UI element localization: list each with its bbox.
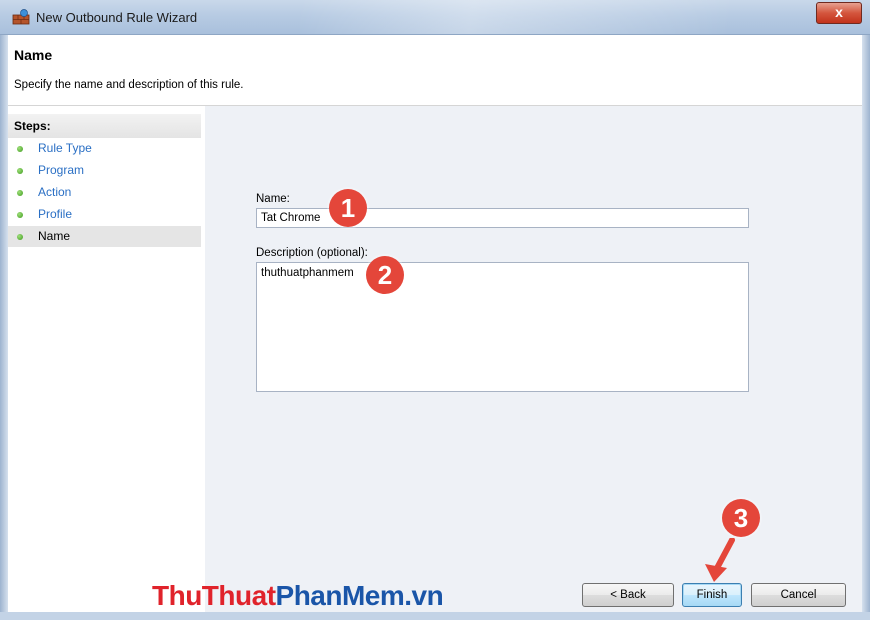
annotation-arrow-icon	[705, 538, 735, 582]
step-name: Name	[8, 226, 201, 247]
annotation-marker-1: 1	[329, 189, 367, 227]
step-profile[interactable]: Profile	[8, 204, 201, 225]
description-label: Description (optional):	[256, 247, 368, 259]
step-label: Action	[38, 185, 72, 199]
close-button[interactable]: x	[816, 2, 862, 24]
cancel-button[interactable]: Cancel	[751, 583, 846, 607]
step-complete-icon	[17, 212, 23, 218]
page-title: Name	[14, 47, 53, 63]
step-complete-icon	[17, 168, 23, 174]
close-icon: x	[835, 4, 843, 20]
step-label: Program	[38, 163, 85, 177]
wizard-header: Name Specify the name and description of…	[8, 35, 862, 106]
annotation-marker-3: 3	[722, 499, 760, 537]
step-current-icon	[17, 234, 23, 240]
watermark: ThuThuatPhanMem.vn	[152, 580, 444, 612]
annotation-marker-2: 2	[366, 256, 404, 294]
window-border-left	[0, 35, 8, 620]
back-button[interactable]: < Back	[582, 583, 674, 607]
description-input[interactable]: thuthuatphanmem	[256, 262, 749, 392]
step-rule-type[interactable]: Rule Type	[8, 138, 201, 159]
window-border-right	[862, 35, 870, 620]
finish-button[interactable]: Finish	[682, 583, 742, 607]
steps-panel: Steps: Rule Type Program Action Profile …	[8, 106, 205, 612]
firewall-icon	[12, 9, 30, 25]
step-program[interactable]: Program	[8, 160, 201, 181]
window-title: New Outbound Rule Wizard	[36, 10, 198, 25]
name-label: Name:	[256, 193, 290, 205]
watermark-part: ThuThuat	[152, 580, 276, 611]
steps-heading: Steps:	[8, 114, 201, 138]
step-label: Name	[38, 229, 71, 243]
watermark-part: PhanMem	[275, 580, 405, 611]
wizard-window: New Outbound Rule Wizard x Name Specify …	[0, 0, 870, 620]
step-action[interactable]: Action	[8, 182, 201, 203]
step-complete-icon	[17, 190, 23, 196]
step-label: Rule Type	[38, 141, 92, 155]
step-complete-icon	[17, 146, 23, 152]
page-subtitle: Specify the name and description of this…	[14, 79, 244, 91]
window-border-bottom	[0, 612, 870, 620]
watermark-part: .vn	[404, 580, 444, 611]
step-label: Profile	[38, 207, 73, 221]
title-bar[interactable]: New Outbound Rule Wizard x	[0, 0, 870, 35]
